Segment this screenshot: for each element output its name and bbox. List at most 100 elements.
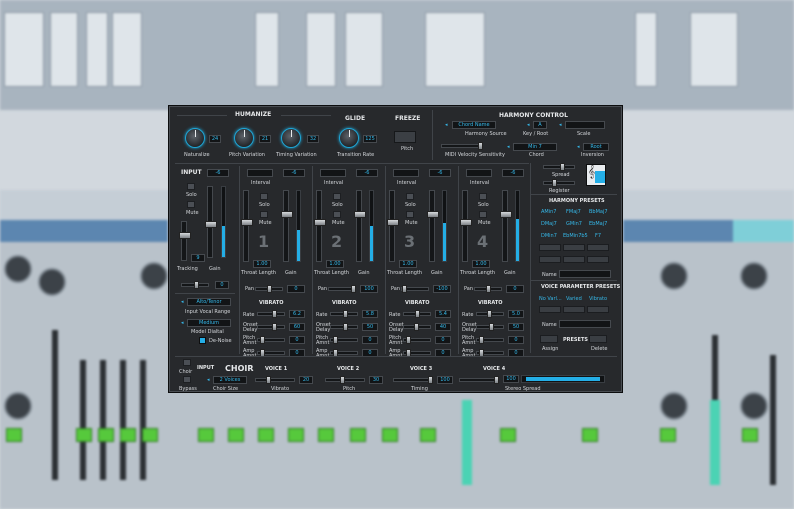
onset-delay-value[interactable]: 50 — [508, 323, 524, 331]
voice-pan-slider[interactable] — [255, 285, 283, 293]
voice-gain-value[interactable]: -6 — [283, 169, 305, 177]
choir-toggle-button[interactable] — [183, 359, 191, 366]
assign-button[interactable] — [540, 335, 558, 343]
timing-variation-value[interactable]: 32 — [307, 135, 319, 143]
onset-delay-value[interactable]: 50 — [362, 323, 378, 331]
chord-select[interactable]: Min 7 — [513, 143, 557, 151]
inversion-select[interactable]: Root — [583, 143, 609, 151]
spread-slider[interactable] — [543, 163, 575, 171]
voice-gain-fader[interactable] — [281, 190, 293, 262]
voice-solo-button[interactable] — [479, 193, 487, 200]
harmony-preset-name-field[interactable] — [559, 270, 611, 278]
voice-interval-select[interactable] — [247, 169, 273, 177]
harmony-preset-item[interactable]: AMin7 — [541, 209, 556, 215]
input-solo-button[interactable] — [187, 183, 195, 190]
model-left-arrow[interactable]: ◂ — [181, 320, 184, 326]
onset-delay-value[interactable]: 40 — [435, 323, 451, 331]
vibrato-rate-slider[interactable] — [476, 310, 504, 318]
voice-preset-slot[interactable] — [587, 306, 609, 313]
pitch-amount-slider[interactable] — [403, 336, 431, 344]
harmony-preset-item[interactable]: BbMaj7 — [589, 209, 608, 215]
harmony-preset-slot[interactable] — [563, 256, 585, 263]
midi-velocity-slider[interactable] — [441, 142, 483, 150]
pitch-amount-slider[interactable] — [330, 336, 358, 344]
harmony-source-select[interactable]: Chord Name — [452, 121, 496, 129]
harmony-preset-item[interactable]: EbMin7b5 — [563, 233, 588, 239]
throat-length-fader[interactable] — [314, 190, 326, 262]
voice-solo-button[interactable] — [333, 193, 341, 200]
inversion-left-arrow[interactable]: ◂ — [577, 144, 580, 150]
voice-solo-button[interactable] — [260, 193, 268, 200]
harmony-preset-item[interactable]: GMin7 — [566, 221, 582, 227]
vibrato-rate-value[interactable]: 6.2 — [289, 310, 305, 318]
choir-spread-left-slider[interactable] — [459, 376, 499, 384]
throat-length-value[interactable]: 1.00 — [399, 260, 417, 268]
voice-pan-value[interactable]: 100 — [360, 285, 378, 293]
chord-left-arrow[interactable]: ◂ — [507, 144, 510, 150]
naturalize-value[interactable]: 24 — [209, 135, 221, 143]
tracking-slider[interactable] — [179, 221, 191, 261]
transition-rate-value[interactable]: 125 — [363, 135, 377, 143]
voice-preset-slot[interactable] — [563, 306, 585, 313]
freeze-pitch-button[interactable] — [394, 131, 416, 143]
throat-length-fader[interactable] — [387, 190, 399, 262]
voice-preset-item[interactable]: Varied — [566, 296, 582, 302]
onset-delay-slider[interactable] — [330, 323, 358, 331]
stereo-spread-slider[interactable] — [521, 375, 605, 383]
choir-timing-value[interactable]: 100 — [437, 376, 453, 384]
pitch-variation-knob[interactable] — [234, 128, 254, 148]
pitch-amount-value[interactable]: 0 — [435, 336, 451, 344]
transition-rate-knob[interactable] — [339, 128, 359, 148]
harmony-preset-slot[interactable] — [563, 244, 585, 251]
pitch-variation-value[interactable]: 21 — [259, 135, 271, 143]
vocal-range-select[interactable]: Alto/Tenor — [187, 298, 231, 306]
pitch-amount-value[interactable]: 0 — [508, 336, 524, 344]
denoise-checkbox[interactable] — [199, 337, 206, 344]
voice-pan-value[interactable]: -100 — [433, 285, 451, 293]
voice-mute-button[interactable] — [333, 211, 341, 218]
choir-vibrato-value[interactable]: 20 — [299, 376, 313, 384]
voice-preset-item[interactable]: No Varl... — [539, 296, 562, 302]
amp-amount-slider[interactable] — [257, 349, 285, 357]
vibrato-rate-slider[interactable] — [257, 310, 285, 318]
throat-length-value[interactable]: 1.00 — [326, 260, 344, 268]
choir-timing-slider[interactable] — [393, 376, 433, 384]
amp-amount-slider[interactable] — [403, 349, 431, 357]
timing-variation-knob[interactable] — [281, 128, 301, 148]
harmony-preset-item[interactable]: F7 — [595, 233, 601, 239]
naturalize-knob[interactable] — [185, 128, 205, 148]
voice-mute-button[interactable] — [406, 211, 414, 218]
delete-button[interactable] — [589, 335, 607, 343]
throat-length-fader[interactable] — [241, 190, 253, 262]
onset-delay-value[interactable]: 60 — [289, 323, 305, 331]
voice-gain-fader[interactable] — [427, 190, 439, 262]
tracking-value[interactable]: 9 — [191, 254, 205, 262]
voice-pan-slider[interactable] — [328, 285, 356, 293]
model-select[interactable]: Medium — [187, 319, 231, 327]
stereo-spread-value[interactable]: 100 — [503, 375, 519, 383]
vibrato-rate-slider[interactable] — [403, 310, 431, 318]
voice-preset-slot[interactable] — [539, 306, 561, 313]
key-root-select[interactable]: A — [533, 121, 547, 129]
choir-pitch-slider[interactable] — [325, 376, 365, 384]
input-mute-button[interactable] — [187, 201, 195, 208]
choir-vibrato-slider[interactable] — [255, 376, 295, 384]
pitch-amount-slider[interactable] — [257, 336, 285, 344]
amp-amount-slider[interactable] — [476, 349, 504, 357]
voice-gain-value[interactable]: -6 — [356, 169, 378, 177]
voice-pan-value[interactable]: 0 — [287, 285, 305, 293]
choir-size-left-arrow[interactable]: ◂ — [207, 377, 210, 383]
key-left-arrow[interactable]: ◂ — [527, 122, 530, 128]
amp-amount-slider[interactable] — [330, 349, 358, 357]
harmony-preset-item[interactable]: EbMaj7 — [589, 221, 607, 227]
voice-solo-button[interactable] — [406, 193, 414, 200]
vibrato-rate-value[interactable]: 5.8 — [362, 310, 378, 318]
harmony-source-left-arrow[interactable]: ◂ — [445, 122, 448, 128]
voice-gain-fader[interactable] — [354, 190, 366, 262]
bypass-button[interactable] — [183, 376, 191, 383]
pitch-amount-slider[interactable] — [476, 336, 504, 344]
choir-pitch-value[interactable]: 30 — [369, 376, 383, 384]
voice-preset-item[interactable]: Vibrato — [589, 296, 607, 302]
harmony-preset-item[interactable]: FMaj7 — [566, 209, 581, 215]
throat-length-value[interactable]: 1.00 — [253, 260, 271, 268]
